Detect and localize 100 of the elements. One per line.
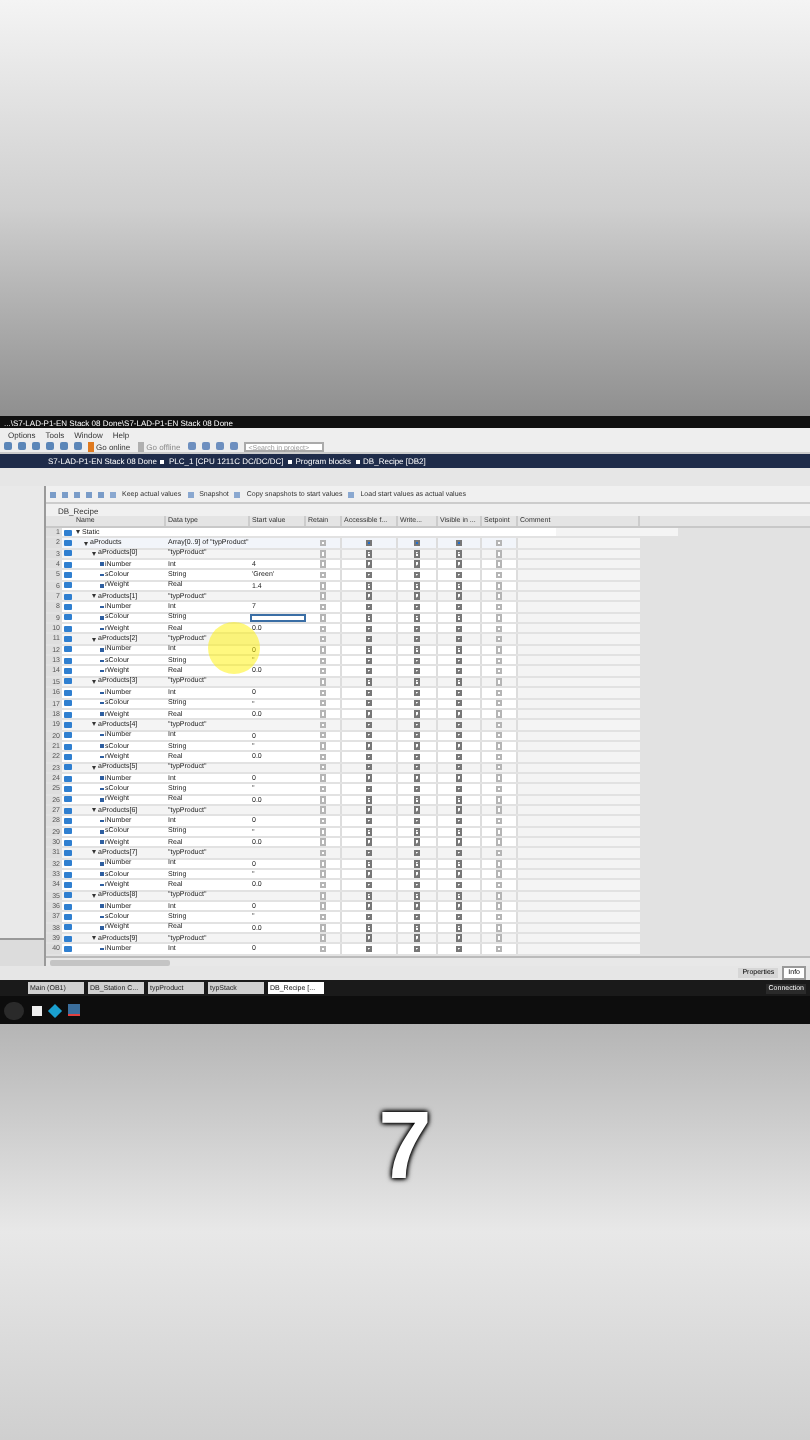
checkbox[interactable] bbox=[413, 870, 421, 878]
checkbox[interactable] bbox=[455, 849, 463, 857]
checkbox[interactable] bbox=[319, 667, 327, 675]
checkbox[interactable] bbox=[365, 945, 373, 953]
start-value-field[interactable] bbox=[250, 613, 306, 623]
checkbox[interactable] bbox=[319, 934, 327, 942]
checkbox[interactable] bbox=[319, 678, 327, 686]
checkbox[interactable] bbox=[413, 763, 421, 771]
checkbox[interactable] bbox=[365, 796, 373, 804]
checkbox[interactable] bbox=[495, 667, 503, 675]
checkbox[interactable] bbox=[495, 796, 503, 804]
checkbox[interactable] bbox=[455, 860, 463, 868]
checkbox[interactable] bbox=[413, 550, 421, 558]
checkbox[interactable] bbox=[495, 902, 503, 910]
checkbox[interactable] bbox=[319, 785, 327, 793]
checkbox[interactable] bbox=[413, 667, 421, 675]
checkbox[interactable] bbox=[413, 892, 421, 900]
checkbox[interactable] bbox=[365, 603, 373, 611]
checkbox[interactable] bbox=[455, 774, 463, 782]
checkbox[interactable] bbox=[365, 838, 373, 846]
checkbox[interactable] bbox=[365, 913, 373, 921]
checkbox[interactable] bbox=[495, 763, 503, 771]
checkbox[interactable] bbox=[365, 667, 373, 675]
checkbox[interactable] bbox=[365, 635, 373, 643]
checkbox[interactable] bbox=[495, 785, 503, 793]
checkbox[interactable] bbox=[319, 892, 327, 900]
checkbox[interactable] bbox=[455, 635, 463, 643]
checkbox[interactable] bbox=[495, 721, 503, 729]
checkbox[interactable] bbox=[319, 828, 327, 836]
checkbox[interactable] bbox=[365, 657, 373, 665]
checkbox[interactable] bbox=[413, 603, 421, 611]
checkbox[interactable] bbox=[319, 806, 327, 814]
checkbox[interactable] bbox=[495, 699, 503, 707]
checkbox[interactable] bbox=[495, 913, 503, 921]
checkbox[interactable] bbox=[365, 870, 373, 878]
checkbox[interactable] bbox=[413, 646, 421, 654]
checkbox[interactable] bbox=[455, 646, 463, 654]
checkbox[interactable] bbox=[455, 731, 463, 739]
checkbox[interactable] bbox=[319, 689, 327, 697]
checkbox[interactable] bbox=[455, 699, 463, 707]
checkbox[interactable] bbox=[365, 592, 373, 600]
checkbox[interactable] bbox=[495, 806, 503, 814]
checkbox[interactable] bbox=[319, 614, 327, 622]
checkbox[interactable] bbox=[455, 892, 463, 900]
checkbox[interactable] bbox=[413, 774, 421, 782]
checkbox[interactable] bbox=[319, 742, 327, 750]
checkbox[interactable] bbox=[413, 796, 421, 804]
checkbox[interactable] bbox=[413, 881, 421, 889]
checkbox[interactable] bbox=[365, 806, 373, 814]
checkbox[interactable] bbox=[495, 860, 503, 868]
checkbox[interactable] bbox=[365, 721, 373, 729]
checkbox[interactable] bbox=[365, 860, 373, 868]
checkbox[interactable] bbox=[413, 924, 421, 932]
checkbox[interactable] bbox=[413, 860, 421, 868]
checkbox[interactable] bbox=[455, 828, 463, 836]
checkbox[interactable] bbox=[495, 849, 503, 857]
checkbox[interactable] bbox=[319, 657, 327, 665]
checkbox[interactable] bbox=[455, 945, 463, 953]
checkbox[interactable] bbox=[413, 785, 421, 793]
checkbox[interactable] bbox=[455, 571, 463, 579]
checkbox[interactable] bbox=[455, 539, 463, 547]
checkbox[interactable] bbox=[319, 646, 327, 654]
checkbox[interactable] bbox=[319, 603, 327, 611]
checkbox[interactable] bbox=[413, 742, 421, 750]
checkbox[interactable] bbox=[455, 592, 463, 600]
checkbox[interactable] bbox=[365, 828, 373, 836]
checkbox[interactable] bbox=[455, 603, 463, 611]
checkbox[interactable] bbox=[319, 860, 327, 868]
checkbox[interactable] bbox=[319, 625, 327, 633]
checkbox[interactable] bbox=[455, 838, 463, 846]
checkbox[interactable] bbox=[319, 796, 327, 804]
checkbox[interactable] bbox=[455, 742, 463, 750]
checkbox[interactable] bbox=[455, 667, 463, 675]
checkbox[interactable] bbox=[365, 689, 373, 697]
checkbox[interactable] bbox=[319, 881, 327, 889]
checkbox[interactable] bbox=[413, 721, 421, 729]
checkbox[interactable] bbox=[495, 945, 503, 953]
checkbox[interactable] bbox=[455, 913, 463, 921]
checkbox[interactable] bbox=[455, 817, 463, 825]
checkbox[interactable] bbox=[413, 571, 421, 579]
checkbox[interactable] bbox=[319, 838, 327, 846]
checkbox[interactable] bbox=[495, 710, 503, 718]
checkbox[interactable] bbox=[413, 625, 421, 633]
checkbox[interactable] bbox=[413, 657, 421, 665]
checkbox[interactable] bbox=[413, 635, 421, 643]
checkbox[interactable] bbox=[495, 635, 503, 643]
checkbox[interactable] bbox=[495, 838, 503, 846]
checkbox[interactable] bbox=[495, 625, 503, 633]
checkbox[interactable] bbox=[365, 753, 373, 761]
checkbox[interactable] bbox=[365, 560, 373, 568]
checkbox[interactable] bbox=[455, 902, 463, 910]
checkbox[interactable] bbox=[365, 571, 373, 579]
checkbox[interactable] bbox=[455, 881, 463, 889]
checkbox[interactable] bbox=[455, 796, 463, 804]
checkbox[interactable] bbox=[365, 902, 373, 910]
checkbox[interactable] bbox=[413, 539, 421, 547]
checkbox[interactable] bbox=[365, 934, 373, 942]
checkbox[interactable] bbox=[365, 646, 373, 654]
checkbox[interactable] bbox=[495, 774, 503, 782]
checkbox[interactable] bbox=[365, 625, 373, 633]
